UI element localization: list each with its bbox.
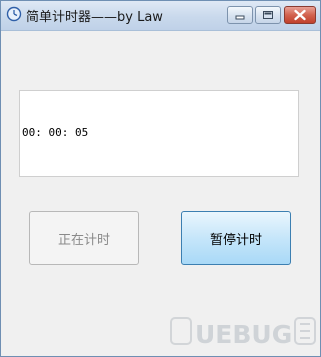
timer-display: 00: 00: 05 xyxy=(19,90,299,177)
pause-button[interactable]: 暂停计时 xyxy=(181,211,291,265)
running-button[interactable]: 正在计时 xyxy=(29,211,139,265)
title-bar[interactable]: 简单计时器——by Law xyxy=(1,1,320,31)
minimize-icon xyxy=(235,15,245,20)
maximize-button[interactable] xyxy=(255,6,281,24)
svg-text:UEBUG: UEBUG xyxy=(195,320,292,349)
app-window: 简单计时器——by Law 00: 00: 05 正在计时 暂停计时 UEBUG xyxy=(0,0,321,357)
timer-value: 00: 00: 05 xyxy=(22,126,89,139)
clock-icon xyxy=(6,6,22,22)
minimize-button[interactable] xyxy=(227,6,253,24)
maximize-icon xyxy=(263,11,273,19)
watermark-logo: UEBUG xyxy=(170,317,316,349)
close-icon xyxy=(294,9,306,21)
window-title: 简单计时器——by Law xyxy=(26,10,163,25)
close-button[interactable] xyxy=(284,6,316,24)
